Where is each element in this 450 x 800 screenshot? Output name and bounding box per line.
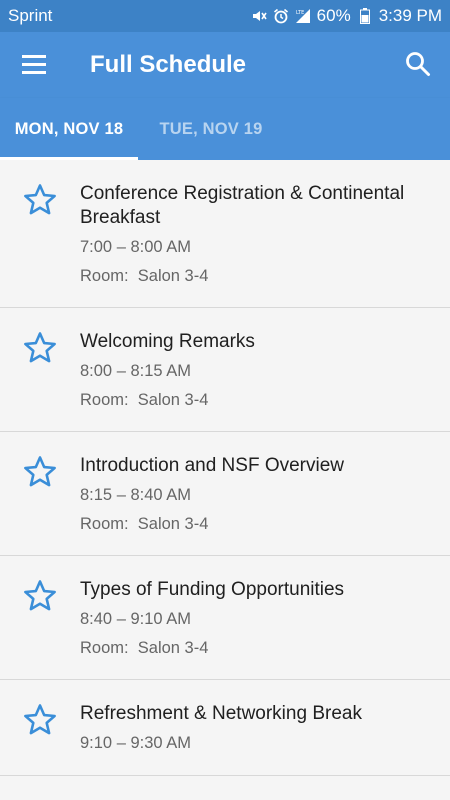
session-time: 7:00 – 8:00 AM <box>80 238 191 256</box>
session-title: Refreshment & Networking Break <box>80 703 362 724</box>
session-list: Conference Registration & Continental Br… <box>0 160 450 776</box>
session-room: Room: Salon 3-4 <box>80 639 209 657</box>
star-icon[interactable] <box>22 330 58 366</box>
session-time: 8:15 – 8:40 AM <box>80 486 191 504</box>
star-icon[interactable] <box>22 182 58 218</box>
star-icon[interactable] <box>22 454 58 490</box>
svg-text:LTE: LTE <box>296 10 304 16</box>
session-time: 8:00 – 8:15 AM <box>80 362 191 380</box>
status-bar: Sprint LTE 60% 3:39 PM <box>0 0 450 32</box>
session-title: Welcoming Remarks <box>80 331 255 352</box>
session-room: Room: Salon 3-4 <box>80 515 209 533</box>
alarm-icon <box>273 8 289 24</box>
session-time: 9:10 – 9:30 AM <box>80 734 191 752</box>
session-title: Types of Funding Opportunities <box>80 579 345 600</box>
session-item[interactable]: Introduction and NSF Overview 8:15 – 8:4… <box>0 432 450 556</box>
battery-icon <box>357 8 373 24</box>
page-title: Full Schedule <box>90 51 247 78</box>
session-room: Room: Salon 3-4 <box>80 267 209 285</box>
session-title: Introduction and NSF Overview <box>80 455 345 476</box>
day-tabs: MON, NOV 18 TUE, NOV 19 <box>0 98 450 160</box>
tab-tue-nov-19[interactable]: TUE, NOV 19 <box>146 98 276 160</box>
hamburger-menu-icon[interactable] <box>20 52 50 78</box>
lte-signal-icon: LTE <box>295 8 311 24</box>
status-icons: LTE 60% 3:39 PM <box>251 6 442 26</box>
session-title: Conference Registration & Continental Br… <box>80 183 405 228</box>
star-icon[interactable] <box>22 702 58 738</box>
carrier-label: Sprint <box>8 6 53 25</box>
tab-label: TUE, NOV 19 <box>159 120 263 138</box>
star-icon[interactable] <box>22 578 58 614</box>
session-item[interactable]: Conference Registration & Continental Br… <box>0 160 450 308</box>
clock: 3:39 PM <box>378 6 442 25</box>
session-item[interactable]: Types of Funding Opportunities 8:40 – 9:… <box>0 556 450 680</box>
battery-percent: 60% <box>316 6 351 25</box>
session-room: Room: Salon 3-4 <box>80 391 209 409</box>
session-item[interactable]: Welcoming Remarks 8:00 – 8:15 AM Room: S… <box>0 308 450 432</box>
tab-label: MON, NOV 18 <box>14 120 124 138</box>
mute-icon <box>251 8 267 24</box>
session-time: 8:40 – 9:10 AM <box>80 610 191 628</box>
search-icon[interactable] <box>404 50 432 78</box>
tab-mon-nov-18[interactable]: MON, NOV 18 <box>0 98 138 160</box>
app-bar: Full Schedule <box>0 32 450 98</box>
session-item[interactable]: Refreshment & Networking Break 9:10 – 9:… <box>0 680 450 776</box>
